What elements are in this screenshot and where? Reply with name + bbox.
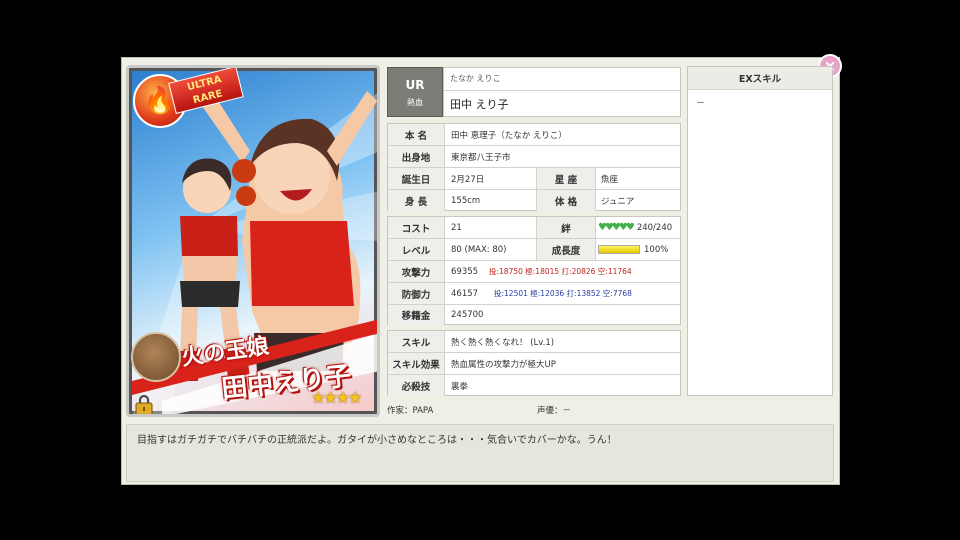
profile-table: 本 名 田中 恵理子（たなか えりこ） 出身地 東京都八王子市 誕生日 2月27… [387,123,681,211]
growth-label: 成長度 [536,239,596,260]
body-value: ジュニア [601,196,635,207]
skill-effect-label: スキル効果 [388,353,445,374]
ex-skill-title: EXスキル [688,67,832,90]
height-label: 身 長 [388,190,445,211]
growth-value-cell: 100% [595,239,668,260]
skill-table: スキル 熱く熱く熱くなれ！ (Lv.1) スキル効果 熱血属性の攻撃力が極大UP… [387,330,681,396]
character-card: 🔥 ULTRA RARE 火の玉娘 田中えり子 ★★★★ [126,65,380,417]
rarity-label: UR [405,78,425,92]
star-rating: ★★★★ [311,388,362,407]
growth-value: 100% [644,244,669,255]
body-label: 体 格 [536,190,596,211]
voice-credit: 声優：－ [537,406,572,416]
transfer-fee-label: 移籍金 [388,305,445,325]
bond-value-cell: ♥♥♥♥♥ 240/240 [595,217,672,238]
artist-credit: 作家：PAPA [387,406,434,416]
ex-skill-value: － [696,99,706,109]
defense-label: 防御力 [388,283,445,304]
ex-skill-panel: EXスキル － [687,66,833,396]
transfer-fee-value: 245700 [451,310,484,320]
real-name-label: 本 名 [388,124,445,145]
defense-value: 46157 [451,288,479,299]
height-value: 155cm [451,195,481,206]
cost-label: コスト [388,217,445,238]
birthplace-value: 東京都八王子市 [451,152,511,163]
bond-value: 240/240 [636,222,673,233]
attack-label: 攻撃力 [388,261,445,282]
attribute-label: 熱血 [407,98,423,107]
real-name-value: 田中 恵理子（たなか えりこ） [451,130,567,141]
birthday-label: 誕生日 [388,168,445,189]
special-move-value: 裏拳 [451,381,469,392]
character-name: 田中 えり子 [450,98,509,111]
character-quote: 目指すはガチガチでバチバチの正統派だよ。ガタイが小さめなところは・・・気合いでカ… [126,424,834,482]
name-reading: たなか えりこ [450,74,501,83]
growth-bar-fill [599,246,639,253]
attack-breakdown: 投:18750 極:18015 打:20826 空:11764 [489,267,632,276]
sign-value: 魚座 [601,174,619,185]
special-move-label: 必殺技 [388,375,445,396]
credits: 作家：PAPA 声優：－ [387,402,687,418]
level-label: レベル [388,239,445,260]
skill-label: スキル [388,331,445,352]
level-value: 80 (MAX: 80) [451,244,507,255]
birthday-value: 2月27日 [451,174,485,185]
skill-value: 熱く熱く熱くなれ！ (Lv.1) [451,337,555,348]
attack-value: 69355 [451,266,479,277]
bond-label: 絆 [536,217,596,238]
birthplace-label: 出身地 [388,146,445,167]
name-box: たなか えりこ 田中 えり子 [443,67,681,117]
stats-table: コスト 21 絆 ♥♥♥♥♥ 240/240 レベル 80 (MAX: 80) … [387,216,681,325]
rank-seal-icon [131,332,181,382]
lock-icon[interactable] [133,394,155,416]
cost-value: 21 [451,222,462,233]
card-name-banner: 火の玉娘 田中えり子 ★★★★ [180,330,377,407]
skill-effect-value: 熱血属性の攻撃力が極大UP [451,359,556,370]
heart-icon: ♥♥♥♥♥ [598,222,635,233]
rarity-badge: UR 熱血 [387,67,443,117]
sign-label: 星 座 [536,168,596,189]
defense-breakdown: 投:12501 極:12036 打:13852 空:7768 [494,289,632,298]
growth-bar [598,245,640,254]
